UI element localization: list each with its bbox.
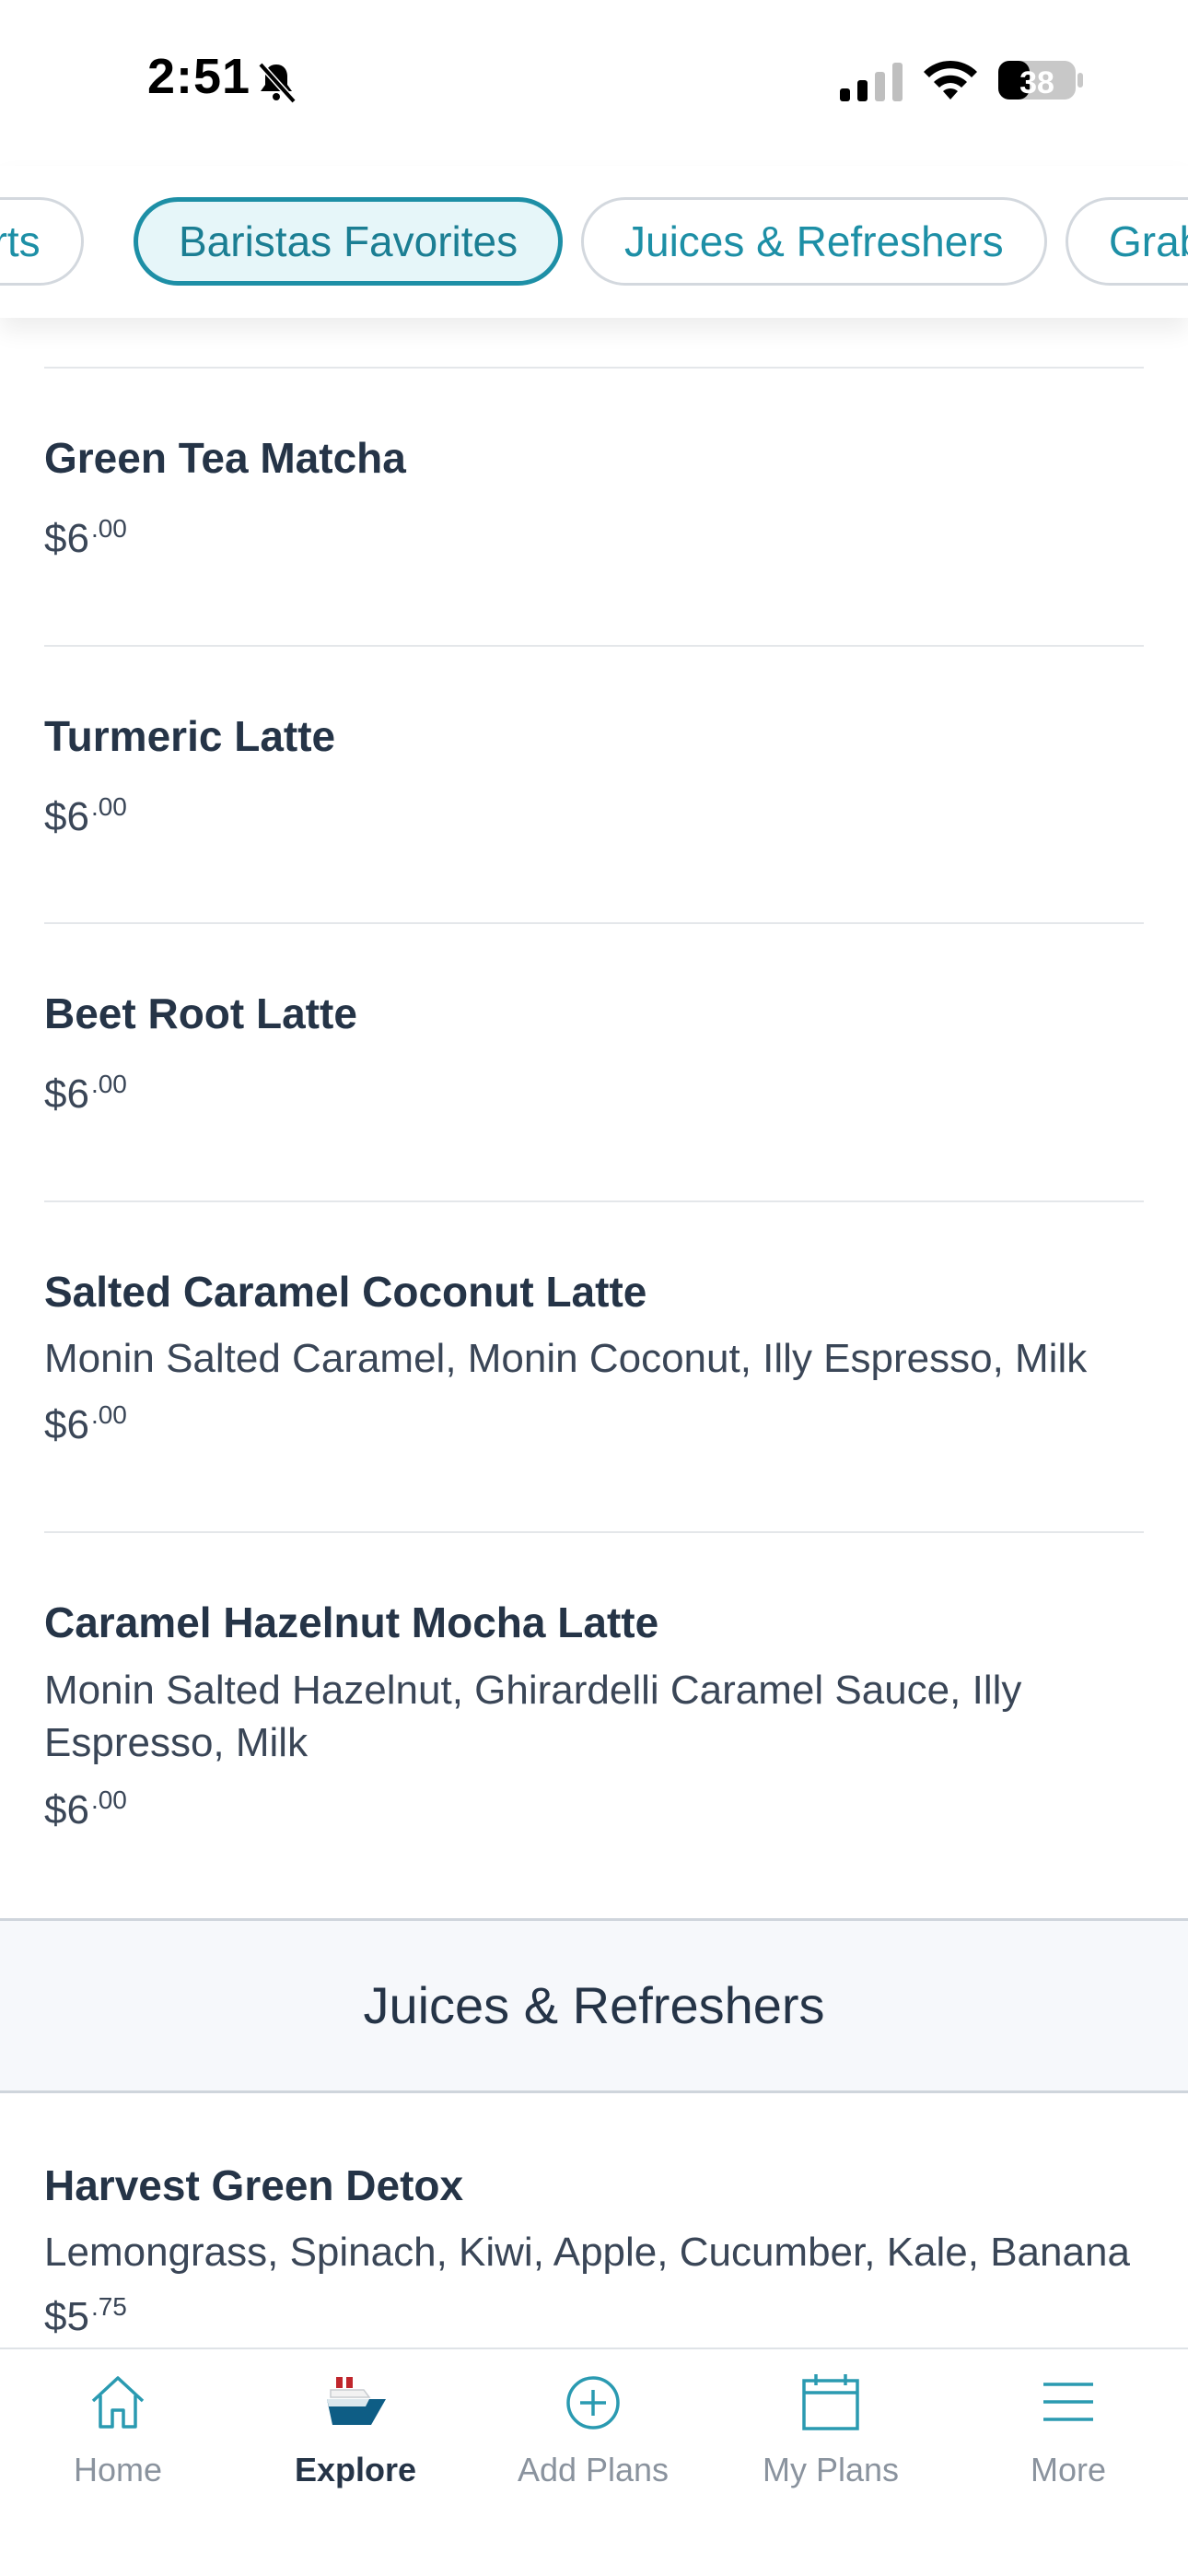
plus-circle-icon bbox=[566, 2376, 620, 2430]
battery-level: 38 bbox=[1019, 65, 1054, 100]
divider bbox=[44, 645, 1144, 647]
item-price: $6.00 bbox=[44, 1070, 127, 1117]
battery-icon: 38 bbox=[998, 61, 1083, 100]
tab-label: Juices & Refreshers bbox=[624, 217, 1004, 265]
item-price: $6.00 bbox=[44, 514, 127, 561]
tab-label: Baristas Favorites bbox=[179, 217, 518, 265]
item-price: $6.00 bbox=[44, 792, 127, 839]
status-bar: 2:51 38 bbox=[0, 0, 1188, 166]
divider bbox=[44, 922, 1144, 924]
cellular-signal-icon bbox=[840, 63, 903, 101]
tab-juices-refreshers[interactable]: Juices & Refreshers bbox=[581, 197, 1047, 286]
category-tabs: erts Baristas Favorites Juices & Refresh… bbox=[0, 166, 1188, 318]
status-time: 2:51 bbox=[147, 49, 251, 104]
tab-baristas-favorites[interactable]: Baristas Favorites bbox=[134, 197, 564, 286]
item-price: $6.00 bbox=[44, 1400, 127, 1447]
nav-label: Home bbox=[73, 2451, 163, 2488]
item-description: Monin Salted Caramel, Monin Coconut, Ill… bbox=[44, 1336, 1088, 1381]
nav-label: My Plans bbox=[762, 2451, 900, 2488]
nav-label: Explore bbox=[294, 2451, 417, 2488]
menu-icon bbox=[1043, 2383, 1093, 2421]
bottom-nav: Home Explore Add Plans My Plans More bbox=[0, 2348, 1188, 2576]
divider bbox=[44, 1531, 1144, 1533]
nav-home[interactable]: Home bbox=[17, 2370, 219, 2489]
nav-explore[interactable]: Explore bbox=[254, 2370, 457, 2489]
divider bbox=[44, 367, 1144, 369]
home-icon bbox=[91, 2376, 145, 2429]
item-price: $6.00 bbox=[44, 1786, 127, 1832]
item-description: Lemongrass, Spinach, Kiwi, Apple, Cucumb… bbox=[44, 2230, 1130, 2275]
tab-desserts[interactable]: erts bbox=[0, 197, 84, 286]
nav-my-plans[interactable]: My Plans bbox=[729, 2370, 932, 2489]
nav-label: Add Plans bbox=[517, 2451, 670, 2488]
item-name: Turmeric Latte bbox=[44, 712, 336, 760]
tab-grab[interactable]: Grab bbox=[1066, 197, 1188, 286]
nav-add-plans[interactable]: Add Plans bbox=[492, 2370, 694, 2489]
nav-more[interactable]: More bbox=[967, 2370, 1170, 2489]
item-description: Monin Salted Hazelnut, Ghirardelli Caram… bbox=[44, 1668, 1022, 1765]
item-name: Green Tea Matcha bbox=[44, 434, 406, 482]
item-name: Beet Root Latte bbox=[44, 989, 357, 1037]
nav-label: More bbox=[1030, 2451, 1107, 2488]
ship-icon bbox=[327, 2377, 386, 2425]
item-name: Salted Caramel Coconut Latte bbox=[44, 1268, 647, 1316]
item-name: Harvest Green Detox bbox=[44, 2161, 464, 2209]
section-header: Juices & Refreshers bbox=[0, 1918, 1188, 2093]
item-price: $5.75 bbox=[44, 2292, 127, 2339]
wifi-icon bbox=[924, 60, 977, 100]
tab-label: Grab bbox=[1109, 217, 1188, 265]
divider bbox=[44, 1200, 1144, 1202]
tab-label: erts bbox=[0, 217, 41, 265]
item-name: Caramel Hazelnut Mocha Latte bbox=[44, 1598, 659, 1646]
bell-slash-icon bbox=[258, 62, 297, 104]
calendar-icon bbox=[802, 2374, 859, 2430]
